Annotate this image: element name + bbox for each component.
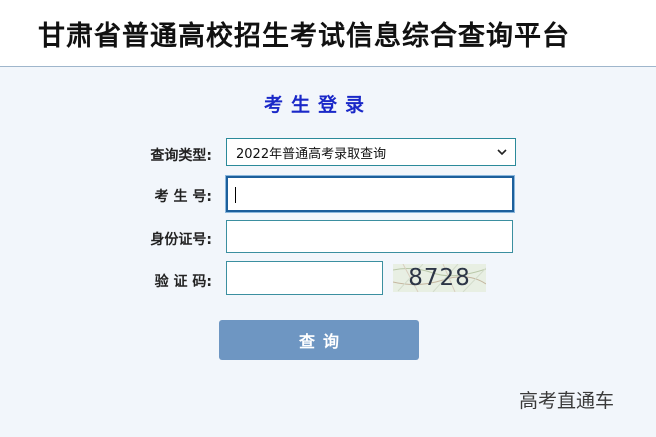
query-type-selected: 2022年普通高考录取查询 <box>236 146 387 162</box>
text-caret <box>235 187 236 203</box>
exam-number-label: 考 生 号: <box>154 189 212 205</box>
query-type-label: 查询类型: <box>150 148 212 164</box>
site-title: 甘肃省普通高校招生考试信息综合查询平台 <box>38 21 570 52</box>
exam-number-input[interactable] <box>226 176 514 212</box>
id-number-input[interactable] <box>226 220 513 253</box>
query-type-select[interactable]: 2022年普通高考录取查询 <box>226 138 516 166</box>
login-title: 考生登录 <box>263 94 372 116</box>
captcha-code: 8728 <box>408 265 471 291</box>
site-header: 甘肃省普通高校招生考试信息综合查询平台 <box>0 0 656 67</box>
chevron-down-icon <box>497 149 507 156</box>
query-button[interactable]: 查询 <box>219 320 419 360</box>
watermark-text: 高考直通车 <box>519 390 615 412</box>
captcha-input[interactable] <box>226 261 383 295</box>
captcha-label: 验 证 码: <box>154 274 212 290</box>
id-number-label: 身份证号: <box>150 232 212 248</box>
captcha-image[interactable]: 8728 <box>393 264 486 292</box>
